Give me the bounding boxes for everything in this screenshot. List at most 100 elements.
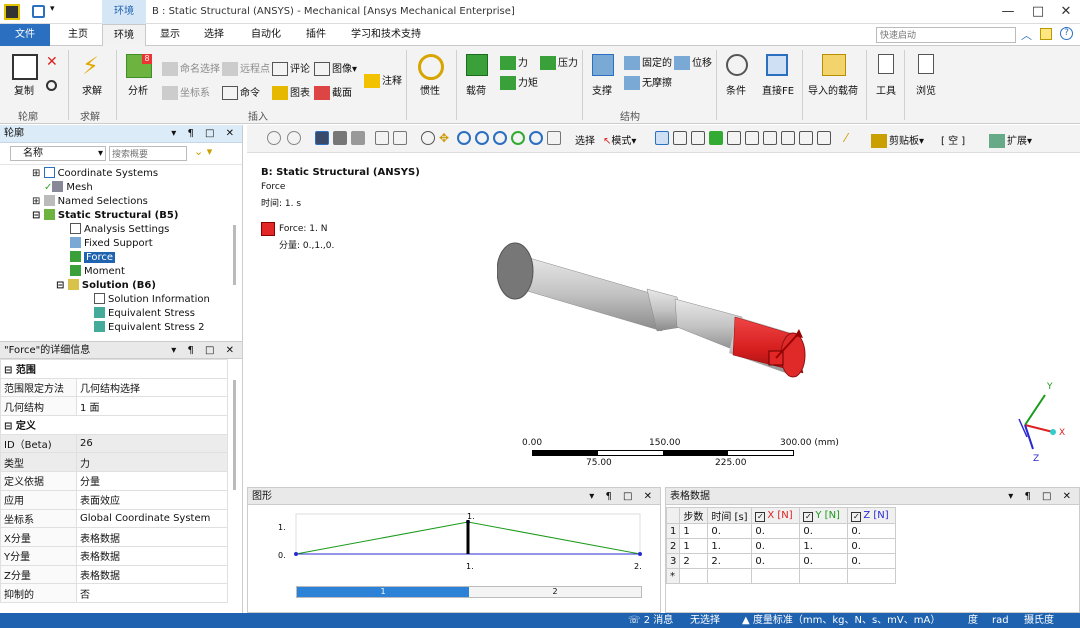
copy-button[interactable]: 复制	[14, 82, 34, 97]
solve-icon[interactable]: ⚡	[82, 52, 99, 80]
details-row[interactable]: 坐标系 Global Coordinate System	[0, 508, 228, 529]
load-button[interactable]: 载荷	[466, 82, 486, 97]
tab-addins[interactable]: 插件	[298, 24, 334, 46]
zoom-out-icon[interactable]	[475, 131, 489, 145]
details-scrollbar[interactable]	[233, 380, 236, 490]
zoom-icon[interactable]	[267, 131, 281, 145]
unit-system-selector[interactable]: ▲ 度量标准（mm、kg、N、s、mV、mA）	[742, 613, 940, 628]
col-header-z[interactable]: ✓ Z [N]	[847, 507, 897, 524]
chart-button[interactable]: 图表	[272, 84, 310, 100]
zoom-in-icon[interactable]	[457, 131, 471, 145]
axis-triad[interactable]: Y X Z	[1005, 375, 1075, 465]
conditions-icon[interactable]	[726, 54, 748, 76]
edge-select-icon[interactable]	[673, 131, 687, 145]
fixed-support-button[interactable]: 固定的	[624, 54, 672, 70]
details-row[interactable]: Z分量 表格数据	[0, 564, 228, 585]
details-row[interactable]: 定义依据 分量	[0, 471, 228, 491]
direct-fe-icon[interactable]	[766, 54, 788, 76]
tree-item-static-structural[interactable]: ⊟ Static Structural (B5)	[0, 209, 242, 223]
body-select-filter-icon[interactable]	[709, 131, 723, 145]
tab-selection[interactable]: 选择	[196, 24, 232, 46]
details-value[interactable]: 表格数据	[76, 527, 228, 547]
support-icon[interactable]	[592, 54, 614, 76]
browse-button[interactable]: 浏览	[916, 82, 936, 97]
details-row[interactable]: 应用 表面效应	[0, 489, 228, 510]
details-group-definition[interactable]: ⊟ 定义	[0, 415, 228, 435]
step-segment[interactable]: 2	[469, 587, 641, 597]
tree-item-force[interactable]: Force	[0, 251, 242, 265]
details-value[interactable]: 几何结构选择	[76, 377, 228, 398]
quick-access-dropdown-icon[interactable]: ▾	[50, 4, 55, 14]
filter-options-icon[interactable]: ⌄ ▾	[194, 145, 212, 158]
table-row[interactable]: 2 1 1. 0. 1. 0.	[665, 538, 897, 554]
details-row[interactable]: 几何结构 1 面	[0, 396, 228, 417]
tree-item-fixed-support[interactable]: Fixed Support	[0, 237, 242, 251]
tree-item-moment[interactable]: Moment	[0, 265, 242, 279]
tab-file[interactable]: 文件	[0, 24, 50, 46]
annotation-button[interactable]: 注释	[364, 72, 402, 88]
direct-fe-button[interactable]: 直接FE	[762, 82, 794, 97]
tab-home[interactable]: 主页	[60, 24, 96, 46]
table-new-row[interactable]: *	[665, 568, 897, 584]
pane-controls-icon[interactable]: ▾ ¶ □ ✕	[589, 488, 656, 505]
details-value[interactable]: 表格数据	[76, 564, 228, 585]
checkbox-icon[interactable]: ✓	[803, 511, 814, 522]
extend-select-icon[interactable]	[763, 131, 777, 145]
show-icon[interactable]	[799, 131, 813, 145]
inertia-icon[interactable]	[418, 54, 444, 80]
messages-indicator[interactable]: ☏ 2 消息	[628, 613, 673, 628]
hide-icon[interactable]	[781, 131, 795, 145]
pressure-button[interactable]: 压力	[540, 54, 578, 70]
checkbox-icon[interactable]: ✓	[755, 511, 766, 522]
details-row[interactable]: 类型力	[0, 452, 228, 473]
command-button[interactable]: 命令	[222, 84, 260, 100]
face-icon[interactable]	[333, 131, 347, 145]
zoom-selection-icon[interactable]	[511, 131, 525, 145]
angular-velocity-unit[interactable]: rad	[992, 613, 1009, 628]
details-value[interactable]: 1 面	[76, 396, 228, 417]
details-row[interactable]: 抑制的否	[0, 583, 228, 603]
rotate-icon[interactable]	[421, 131, 435, 145]
inertia-button[interactable]: 惯性	[420, 82, 440, 97]
details-value[interactable]: 表面效应	[76, 489, 228, 510]
details-row[interactable]: X分量 表格数据	[0, 527, 228, 547]
feedback-icon[interactable]	[1040, 28, 1052, 40]
name-filter-dropdown[interactable]: 名称 ▾	[10, 146, 106, 161]
element-select-icon[interactable]	[745, 131, 759, 145]
step-slider[interactable]: 1 2	[296, 586, 642, 598]
analysis-button[interactable]: 分析	[128, 82, 148, 97]
pane-controls-icon[interactable]: ▾ ¶ □ ✕	[171, 125, 238, 143]
details-value[interactable]: 表格数据	[76, 545, 228, 566]
imported-load-button[interactable]: 导入的载荷	[808, 82, 858, 97]
table-row[interactable]: 1 1 0. 0. 0. 0.	[665, 523, 897, 539]
quick-launch-input[interactable]	[876, 27, 1016, 43]
tab-display[interactable]: 显示	[152, 24, 188, 46]
image-button[interactable]: 图像▾	[314, 60, 357, 76]
zoom-fit-icon[interactable]	[493, 131, 507, 145]
load-icon[interactable]	[466, 54, 488, 76]
displacement-button[interactable]: 位移	[674, 54, 712, 70]
details-row[interactable]: Y分量 表格数据	[0, 545, 228, 566]
tree-item-named-selections[interactable]: ⊞ Named Selections	[0, 195, 242, 209]
imported-load-icon[interactable]	[822, 54, 846, 76]
find-icon[interactable]	[46, 80, 57, 91]
details-group-scope[interactable]: ⊟ 范围	[0, 359, 228, 379]
label-icon[interactable]	[817, 131, 831, 145]
magnifier-icon[interactable]	[529, 131, 543, 145]
select-mode-dropdown[interactable]: ↖模式▾	[603, 132, 636, 147]
edge-icon[interactable]	[351, 131, 365, 145]
zoom-box-icon[interactable]	[287, 131, 301, 145]
expand-dropdown[interactable]: 扩展▾	[989, 132, 1032, 148]
details-value[interactable]: 分量	[76, 471, 228, 491]
load-history-chart[interactable]: 1. 0. 1. 2. 1.	[248, 506, 660, 596]
details-value[interactable]: Global Coordinate System	[76, 508, 228, 529]
step-segment-active[interactable]: 1	[297, 587, 469, 597]
angle-unit-degrees[interactable]: 度	[968, 613, 978, 628]
outline-search-input[interactable]	[109, 146, 187, 161]
col-header-x[interactable]: ✓ X [N]	[751, 507, 801, 524]
browse-icon[interactable]	[918, 54, 934, 74]
tree-item-equivalent-stress-2[interactable]: Equivalent Stress 2	[0, 321, 242, 335]
tab-environment[interactable]: 环境	[102, 24, 146, 46]
box-zoom-icon[interactable]	[393, 131, 407, 145]
delete-icon[interactable]: ✕	[46, 54, 58, 70]
